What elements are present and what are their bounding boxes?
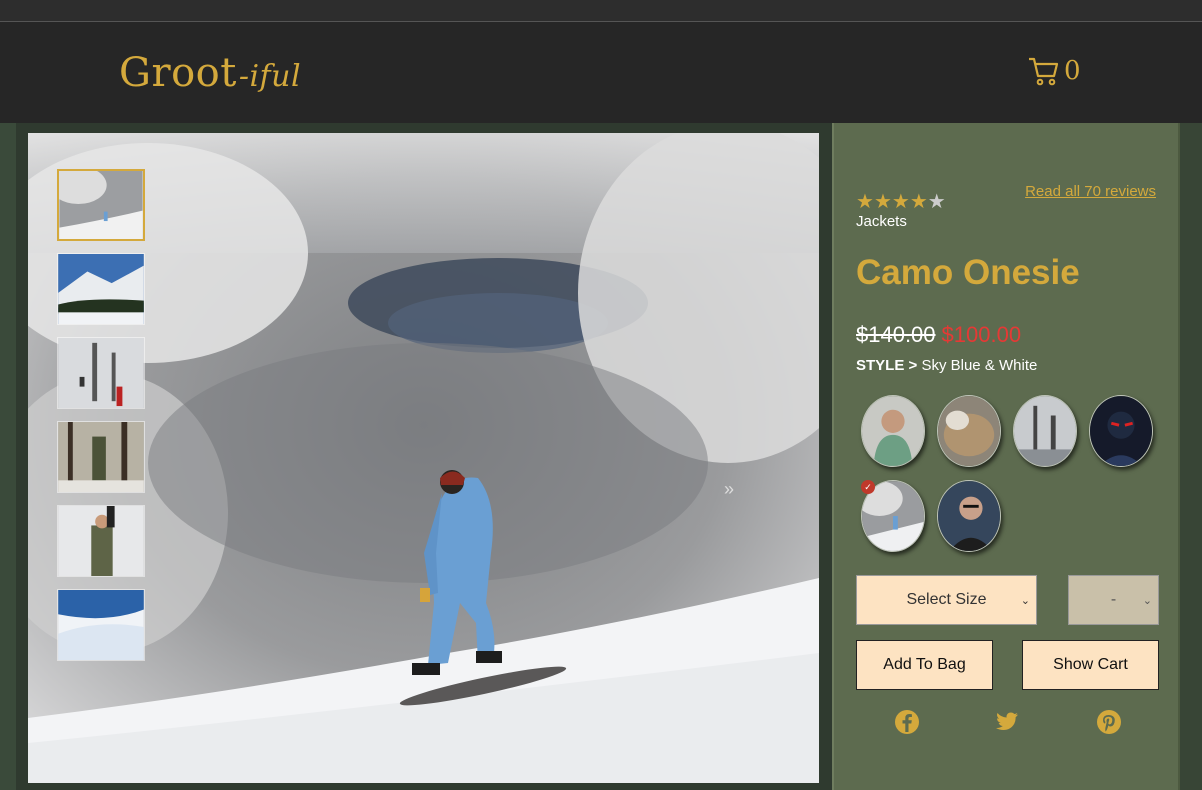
style-value: Sky Blue & White — [921, 357, 1038, 374]
size-select-value: Select Size — [906, 591, 987, 608]
product-gallery: » — [28, 133, 819, 783]
star-empty-icon: ★ — [927, 191, 946, 213]
cart-count: 0 — [1064, 56, 1081, 86]
site-header: Groot-iful 0 — [0, 22, 1202, 123]
thumbnail-4[interactable] — [57, 421, 145, 493]
size-select[interactable]: Select Size ⌄ — [856, 575, 1037, 625]
thumbnail-strip — [57, 169, 147, 673]
style-swatch[interactable] — [937, 395, 1001, 467]
price-block: $140.00 $100.00 — [856, 322, 1021, 348]
browser-top-bar — [0, 0, 1202, 22]
old-price: $140.00 — [856, 322, 936, 347]
rating-stars: ★★★★★ — [856, 189, 946, 214]
style-swatch[interactable] — [1013, 395, 1077, 467]
product-category: Jackets — [856, 213, 907, 230]
sale-price: $100.00 — [941, 322, 1022, 347]
style-swatch[interactable] — [1089, 395, 1153, 467]
left-edge — [0, 123, 16, 790]
brand-suffix: -iful — [238, 59, 302, 94]
product-title: Camo Onesie — [856, 253, 1080, 292]
chevron-down-icon: ⌄ — [1020, 594, 1030, 607]
thumbnail-3[interactable] — [57, 337, 145, 409]
show-cart-button[interactable]: Show Cart — [1022, 640, 1159, 690]
thumbnail-6[interactable] — [57, 589, 145, 661]
star-icon: ★ — [873, 191, 892, 213]
star-icon: ★ — [856, 191, 874, 213]
right-edge — [1180, 123, 1202, 790]
cart-button[interactable]: 0 — [1028, 56, 1081, 86]
thumbnail-1[interactable] — [57, 169, 145, 241]
product-details-panel: ★★★★★ Jackets Read all 70 reviews Camo O… — [832, 123, 1180, 790]
read-reviews-link[interactable]: Read all 70 reviews — [1025, 183, 1156, 200]
quantity-select-value: - — [1110, 591, 1117, 608]
add-to-bag-button[interactable]: Add To Bag — [856, 640, 993, 690]
style-swatch[interactable] — [937, 480, 1001, 552]
star-icon: ★ — [909, 191, 928, 213]
thumbnail-2[interactable] — [57, 253, 145, 325]
style-label: STYLE > — [856, 357, 918, 374]
star-icon: ★ — [891, 191, 910, 213]
pinterest-icon[interactable] — [1096, 709, 1122, 735]
brand-name: Groot — [119, 50, 237, 96]
quantity-select[interactable]: - ⌄ — [1068, 575, 1159, 625]
thumbnail-5[interactable] — [57, 505, 145, 577]
next-image-button[interactable]: » — [724, 479, 734, 500]
cart-icon — [1029, 57, 1059, 86]
facebook-icon[interactable] — [894, 709, 920, 735]
selected-check-icon: ✓ — [861, 480, 875, 494]
style-swatch[interactable] — [861, 395, 925, 467]
chevron-down-icon: ⌄ — [1142, 594, 1152, 607]
twitter-icon[interactable] — [994, 709, 1020, 735]
style-info: STYLE > Sky Blue & White — [856, 357, 1037, 374]
brand-logo[interactable]: Groot-iful — [119, 50, 301, 96]
